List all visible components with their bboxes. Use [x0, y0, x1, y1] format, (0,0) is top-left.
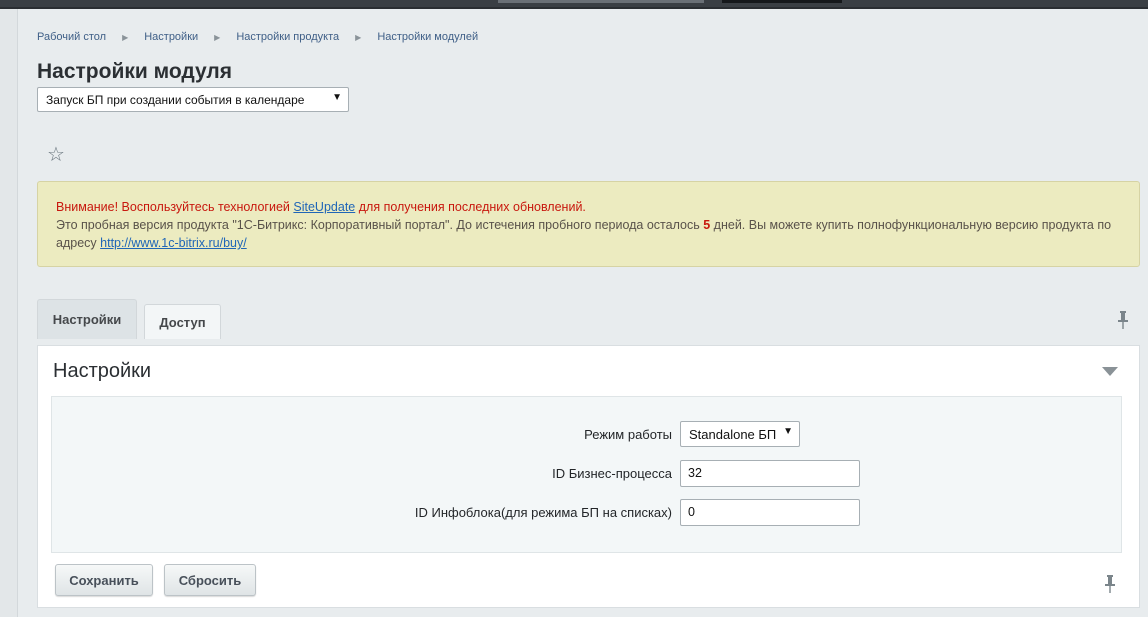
mode-select-value: Standalone БП [689, 427, 777, 442]
bp-id-label: ID Бизнес-процесса [552, 466, 672, 481]
left-menu-edge[interactable] [0, 9, 18, 617]
buy-link[interactable]: http://www.1c-bitrix.ru/buy/ [100, 236, 247, 250]
breadcrumb-desktop[interactable]: Рабочий стол [37, 31, 106, 43]
notice-box: Внимание! Воспользуйтесь технологией Sit… [37, 181, 1140, 267]
notice-warning-prefix: Внимание! Воспользуйтесь технологией [56, 200, 290, 214]
dropdown-arrow-icon: ▼ [783, 426, 793, 437]
notice-trial-text: Это пробная версия продукта "1С-Битрикс:… [56, 216, 1121, 252]
breadcrumb-product-settings[interactable]: Настройки продукта [236, 31, 339, 43]
settings-form: Режим работы Standalone БП ▼ ID Бизнес-п… [51, 396, 1122, 553]
top-bar [0, 0, 1148, 9]
page-title: Настройки модуля [37, 60, 233, 83]
star-icon[interactable]: ☆ [47, 142, 65, 167]
dropdown-arrow-icon: ▼ [332, 92, 342, 103]
breadcrumb-separator-icon: ▶ [355, 32, 362, 42]
breadcrumb: Рабочий стол ▶ Настройки ▶ Настройки про… [37, 30, 478, 44]
module-select-value: Запуск БП при создании события в календа… [46, 93, 305, 107]
siteupdate-link[interactable]: SiteUpdate [293, 200, 355, 214]
tab-access[interactable]: Доступ [144, 304, 221, 339]
top-bar-search[interactable] [498, 0, 704, 3]
iblock-id-value: 0 [688, 505, 695, 519]
breadcrumb-settings[interactable]: Настройки [144, 31, 198, 43]
module-select[interactable]: Запуск БП при создании события в календа… [37, 87, 349, 112]
reset-button[interactable]: Сбросить [164, 564, 256, 596]
tab-settings-label: Настройки [52, 312, 122, 327]
iblock-id-input[interactable]: 0 [680, 499, 860, 526]
notice-warning-suffix: для получения последних обновлений. [358, 200, 586, 214]
notice-trial-part1: Это пробная версия продукта "1С-Битрикс:… [56, 218, 700, 232]
panel-title: Настройки [53, 360, 152, 382]
bp-id-input[interactable]: 32 [680, 460, 860, 487]
notice-warning-line: Внимание! Воспользуйтесь технологией Sit… [56, 198, 1121, 216]
mode-label: Режим работы [584, 427, 672, 442]
notice-days-left: 5 [703, 218, 711, 232]
settings-panel: Настройки Режим работы Standalone БП ▼ I… [37, 345, 1140, 608]
breadcrumb-module-settings[interactable]: Настройки модулей [377, 31, 478, 43]
bp-id-value: 32 [688, 466, 702, 480]
breadcrumb-separator-icon: ▶ [214, 32, 221, 42]
mode-select[interactable]: Standalone БП ▼ [680, 421, 800, 447]
save-button[interactable]: Сохранить [55, 564, 153, 596]
pin-icon[interactable] [1117, 311, 1129, 329]
tab-settings[interactable]: Настройки [37, 299, 137, 339]
iblock-id-label: ID Инфоблока(для режима БП на списках) [414, 505, 672, 520]
breadcrumb-separator-icon: ▶ [122, 32, 129, 42]
collapse-triangle-icon[interactable] [1102, 367, 1118, 376]
pin-icon[interactable] [1104, 575, 1116, 593]
tab-access-label: Доступ [159, 314, 206, 330]
top-bar-widget[interactable] [722, 0, 842, 3]
